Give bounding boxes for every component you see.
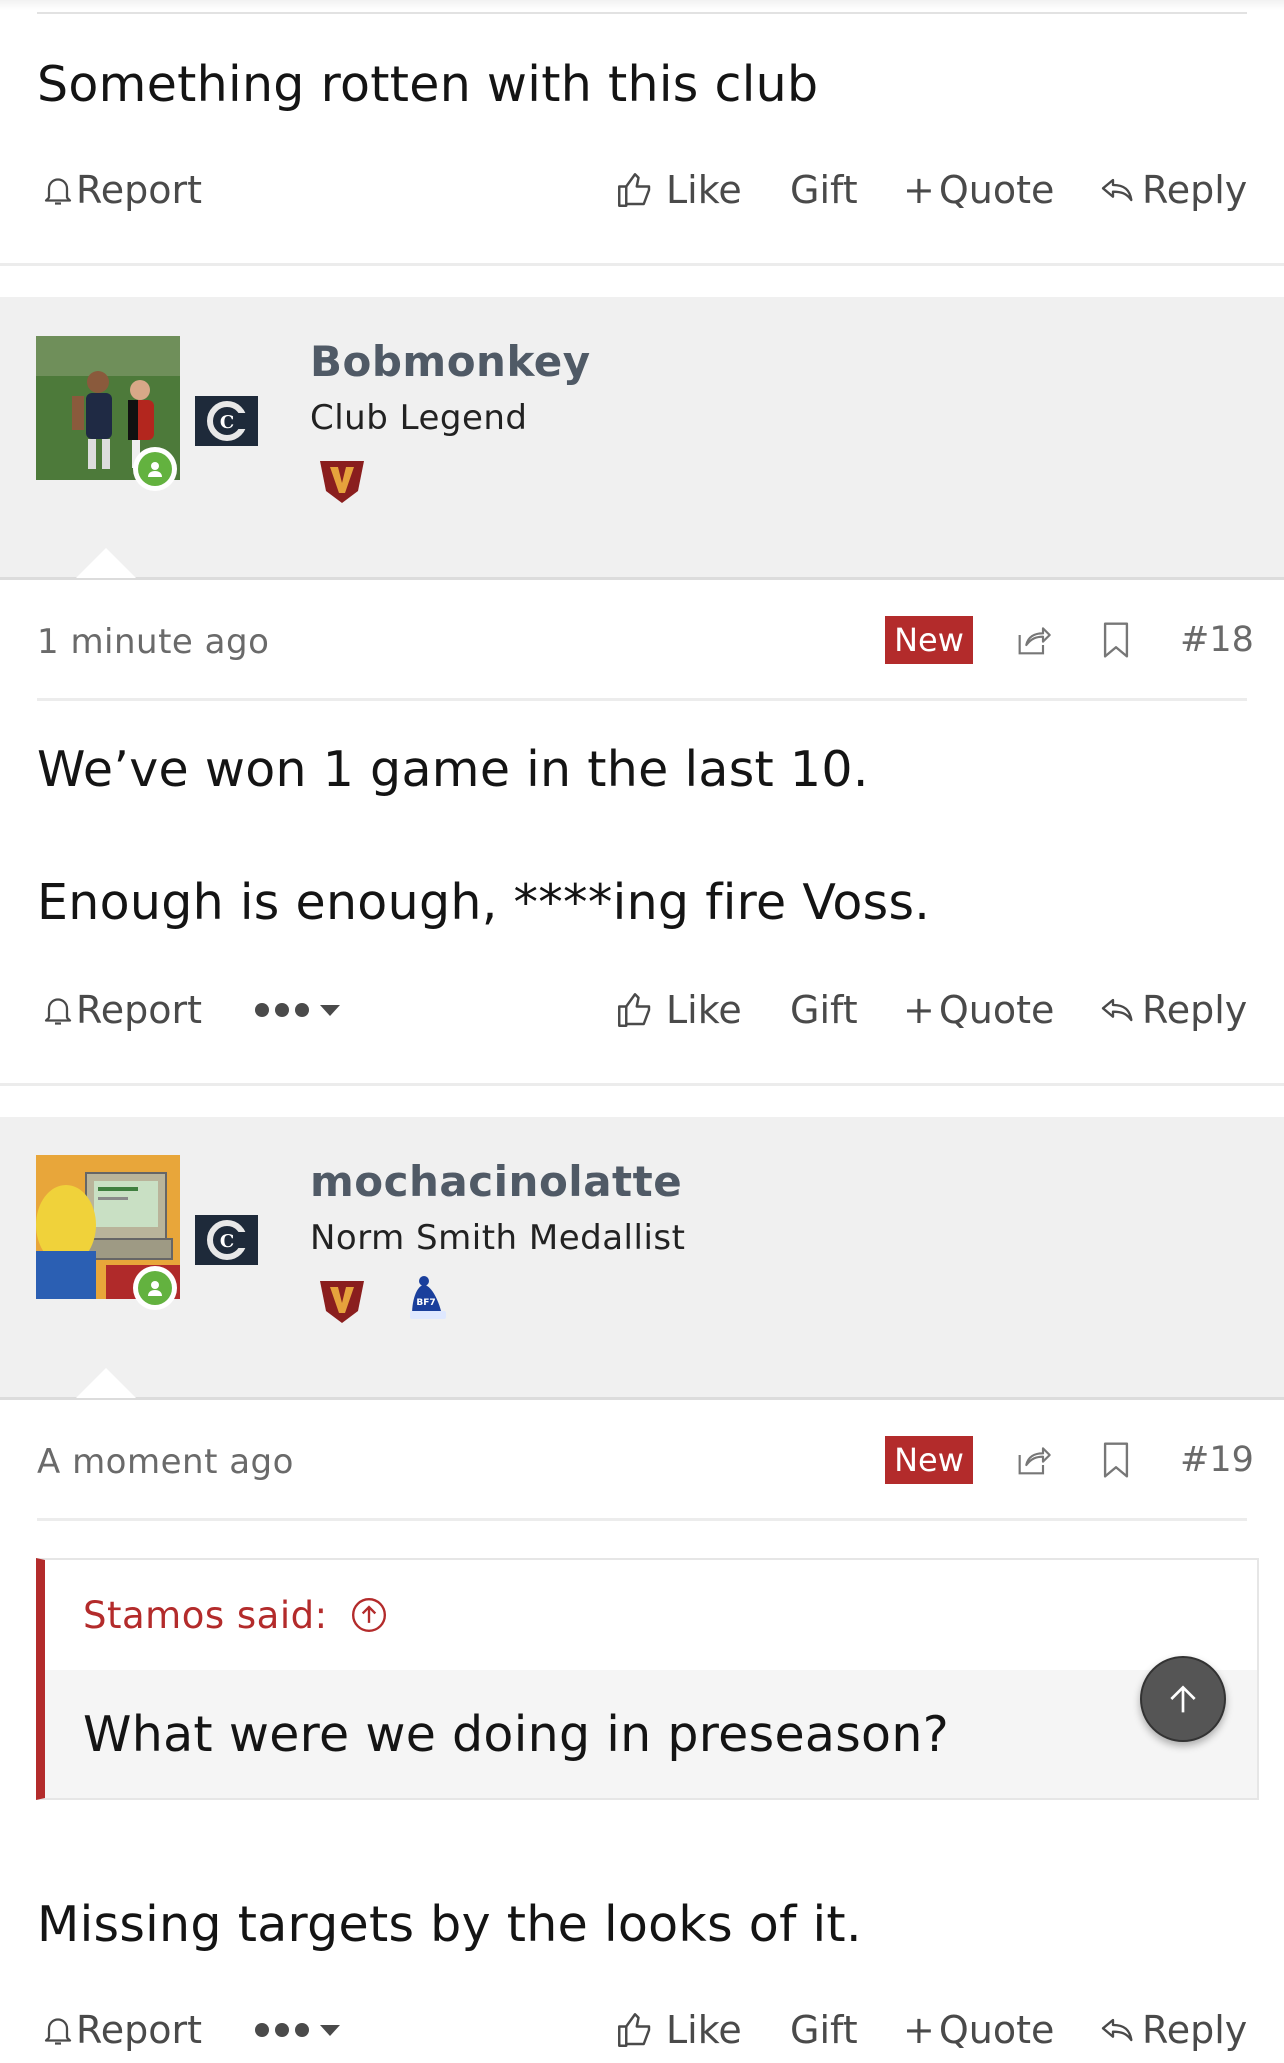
meta-divider bbox=[37, 1518, 1247, 1521]
quote-text: What were we doing in preseason? bbox=[45, 1670, 1257, 1798]
post-time[interactable]: 1 minute ago bbox=[37, 622, 269, 662]
more-dots-icon bbox=[255, 2023, 340, 2037]
username[interactable]: Bobmonkey bbox=[310, 337, 591, 386]
gift-button[interactable]: Gift bbox=[790, 160, 858, 220]
post-time[interactable]: A moment ago bbox=[37, 1442, 294, 1482]
reply-label: Reply bbox=[1142, 2008, 1248, 2052]
thumbs-up-icon bbox=[618, 993, 651, 1027]
more-options-button[interactable] bbox=[252, 2000, 348, 2060]
more-options-button[interactable] bbox=[252, 980, 348, 1040]
arrow-up-icon bbox=[1170, 1685, 1196, 1713]
username[interactable]: mochacinolatte bbox=[310, 1157, 682, 1206]
gift-label: Gift bbox=[790, 168, 858, 212]
quote-button[interactable]: + Quote bbox=[903, 2000, 1054, 2060]
quote-block: Stamos said: What were we doing in prese… bbox=[36, 1558, 1259, 1800]
reply-button[interactable]: Reply bbox=[1098, 2000, 1247, 2060]
thumbs-up-icon bbox=[618, 2013, 651, 2047]
v-badge-icon bbox=[318, 1277, 366, 1325]
arrow-up-circle-icon[interactable] bbox=[350, 1596, 388, 1634]
report-button[interactable]: Report bbox=[40, 2000, 202, 2060]
like-button[interactable]: Like bbox=[614, 980, 742, 1040]
reply-button[interactable]: Reply bbox=[1098, 160, 1247, 220]
quote-header[interactable]: Stamos said: bbox=[45, 1560, 1257, 1670]
post-actions-bar: Report Like Gift + Quote Reply bbox=[0, 160, 1284, 220]
post-message-line: Enough is enough, ****ing fire Voss. bbox=[37, 874, 931, 931]
quote-author: Stamos said: bbox=[83, 1593, 328, 1637]
carlton-club-logo: C bbox=[195, 396, 258, 446]
divider bbox=[37, 12, 1247, 14]
speech-pointer bbox=[76, 548, 136, 578]
user-title: Club Legend bbox=[310, 398, 528, 438]
user-panel: C mochacinolatte Norm Smith Medallist BF… bbox=[0, 1117, 1284, 1400]
like-button[interactable]: Like bbox=[614, 2000, 742, 2060]
beanie-badge-text: BF7 bbox=[416, 1298, 435, 1308]
post-message-line: Missing targets by the looks of it. bbox=[37, 1896, 862, 1953]
scroll-to-top-button[interactable] bbox=[1140, 1656, 1226, 1742]
post-actions-bar: Report Like Gift + Quote Reply bbox=[0, 2000, 1284, 2060]
share-icon[interactable] bbox=[1012, 620, 1054, 664]
post-separator bbox=[0, 263, 1284, 266]
report-button[interactable]: Report bbox=[40, 980, 202, 1040]
new-badge: New bbox=[885, 616, 973, 664]
reply-icon bbox=[1101, 998, 1133, 1022]
reply-icon bbox=[1101, 178, 1133, 202]
reply-label: Reply bbox=[1142, 168, 1248, 212]
speech-pointer bbox=[76, 1368, 136, 1398]
bookmark-icon[interactable] bbox=[1100, 620, 1132, 664]
user-icon bbox=[148, 1281, 162, 1296]
plus-icon: + bbox=[903, 988, 935, 1032]
quote-button[interactable]: + Quote bbox=[903, 980, 1054, 1040]
post-separator bbox=[0, 1083, 1284, 1086]
quote-button[interactable]: + Quote bbox=[903, 160, 1054, 220]
reply-label: Reply bbox=[1142, 988, 1248, 1032]
post-message: Something rotten with this club bbox=[37, 56, 819, 113]
online-status bbox=[133, 447, 177, 491]
bookmark-icon[interactable] bbox=[1100, 1440, 1132, 1484]
plus-icon: + bbox=[903, 168, 935, 212]
post-number[interactable]: #18 bbox=[1180, 620, 1254, 660]
post-message-line: We’ve won 1 game in the last 10. bbox=[37, 741, 869, 798]
like-label: Like bbox=[666, 168, 742, 212]
gift-label: Gift bbox=[790, 988, 858, 1032]
more-dots-icon bbox=[255, 1003, 340, 1017]
bell-icon bbox=[44, 998, 72, 1025]
quote-label: Quote bbox=[938, 2008, 1055, 2052]
quote-label: Quote bbox=[938, 988, 1055, 1032]
reply-icon bbox=[1101, 2018, 1133, 2042]
like-label: Like bbox=[666, 988, 742, 1032]
carlton-club-logo: C bbox=[195, 1215, 258, 1265]
post-number[interactable]: #19 bbox=[1180, 1440, 1254, 1480]
user-icon bbox=[148, 462, 162, 477]
report-button[interactable]: Report bbox=[40, 160, 202, 220]
user-panel: C Bobmonkey Club Legend bbox=[0, 297, 1284, 580]
gift-label: Gift bbox=[790, 2008, 858, 2052]
report-label: Report bbox=[76, 168, 202, 212]
new-badge: New bbox=[885, 1436, 973, 1484]
svg-text:C: C bbox=[219, 412, 233, 433]
gift-button[interactable]: Gift bbox=[790, 980, 858, 1040]
quote-label: Quote bbox=[938, 168, 1055, 212]
beanie-badge-icon: BF7 bbox=[404, 1275, 452, 1323]
reply-button[interactable]: Reply bbox=[1098, 980, 1247, 1040]
report-label: Report bbox=[76, 2008, 202, 2052]
post-meta: A moment ago New #19 bbox=[0, 1430, 1284, 1490]
v-badge-icon bbox=[318, 457, 366, 505]
bell-icon bbox=[44, 2018, 72, 2045]
plus-icon: + bbox=[903, 2008, 935, 2052]
svg-text:C: C bbox=[219, 1231, 233, 1252]
report-label: Report bbox=[76, 988, 202, 1032]
post-meta: 1 minute ago New #18 bbox=[0, 610, 1284, 670]
user-title: Norm Smith Medallist bbox=[310, 1218, 686, 1258]
post-actions-bar: Report Like Gift + Quote Reply bbox=[0, 980, 1284, 1040]
like-label: Like bbox=[666, 2008, 742, 2052]
online-status bbox=[133, 1266, 177, 1310]
bell-icon bbox=[44, 178, 72, 205]
top-shadow bbox=[0, 0, 1284, 10]
meta-divider bbox=[37, 698, 1247, 701]
share-icon[interactable] bbox=[1012, 1440, 1054, 1484]
like-button[interactable]: Like bbox=[614, 160, 742, 220]
thumbs-up-icon bbox=[618, 173, 651, 207]
gift-button[interactable]: Gift bbox=[790, 2000, 858, 2060]
